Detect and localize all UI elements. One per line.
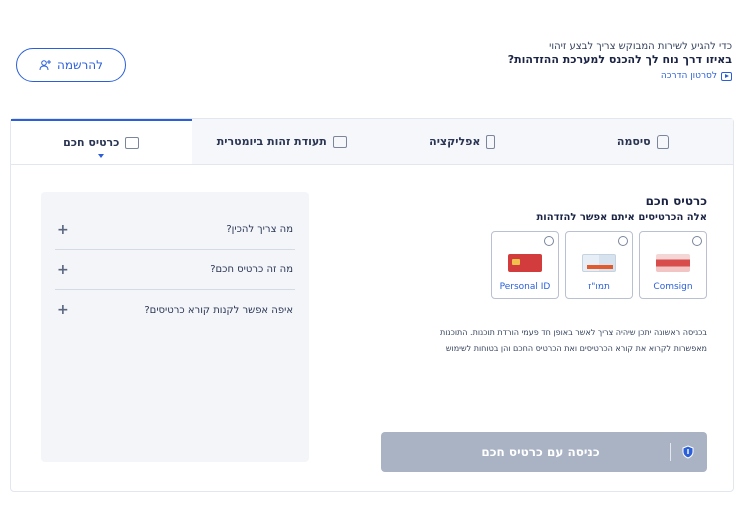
card-option-comsign[interactable]: Comsign bbox=[639, 231, 707, 299]
smart-card-login-label: כניסה עם כרטיס חכם bbox=[481, 445, 600, 459]
software-note-line2: מאפשרות לקרוא את קורא הכרטיסים ואת הכרטי… bbox=[445, 344, 707, 353]
tab-content: כרטיס חכם אלה הכרטיסים איתם אפשר להזדהות… bbox=[11, 166, 733, 491]
software-note: בכניסה ראשונה יתכן שיהיה צריך לאשר באופן… bbox=[377, 325, 707, 357]
intro-question: באיזו דרך נוח לך להכנס למערכת ההזדהות? bbox=[507, 53, 732, 66]
smart-card-login-button[interactable]: כניסה עם כרטיס חכם bbox=[381, 432, 707, 472]
tab-app[interactable]: אפליקציה bbox=[372, 119, 553, 164]
register-label: להרשמה bbox=[57, 58, 103, 72]
radio-button[interactable] bbox=[692, 236, 702, 246]
id-card-icon bbox=[332, 135, 347, 148]
faq-question: מה צריך להכין? bbox=[226, 224, 293, 235]
tab-password-label: סיסמה bbox=[616, 135, 651, 148]
play-icon bbox=[721, 71, 732, 81]
card-options: Comsign תמו"ז Personal ID bbox=[377, 231, 707, 299]
tab-biometric-id-label: תעודת זהות ביומטרית bbox=[216, 135, 327, 148]
user-plus-icon bbox=[39, 60, 52, 71]
tab-app-label: אפליקציה bbox=[429, 135, 481, 148]
button-divider bbox=[670, 443, 671, 461]
card-option-label: Personal ID bbox=[499, 282, 551, 292]
video-guide-label: לסרטון הדרכה bbox=[660, 71, 717, 81]
personal-id-card-image bbox=[508, 254, 542, 272]
tamuz-card-image bbox=[582, 254, 616, 272]
video-guide-link[interactable]: לסרטון הדרכה bbox=[372, 71, 732, 81]
tab-smart-card[interactable]: כרטיס חכם bbox=[11, 119, 192, 164]
smart-card-panel: כרטיס חכם אלה הכרטיסים איתם אפשר להזדהות… bbox=[377, 194, 707, 357]
faq-question: איפה אפשר לקנות קורא כרטיסים? bbox=[144, 304, 293, 316]
smart-card-subtitle: אלה הכרטיסים איתם אפשר להזדהות bbox=[536, 212, 707, 223]
tab-password[interactable]: סיסמה bbox=[553, 119, 734, 164]
register-button[interactable]: להרשמה bbox=[16, 48, 126, 82]
faq-item-buy-reader[interactable]: איפה אפשר לקנות קורא כרטיסים? + bbox=[55, 290, 295, 330]
shield-icon bbox=[682, 445, 694, 459]
login-card: סיסמה אפליקציה תעודת זהות ביומטרית כרטיס… bbox=[10, 118, 734, 492]
tab-smart-card-label: כרטיס חכם bbox=[63, 136, 120, 149]
tab-biometric-id[interactable]: תעודת זהות ביומטרית bbox=[192, 119, 373, 164]
login-method-tabs: סיסמה אפליקציה תעודת זהות ביומטרית כרטיס… bbox=[11, 119, 733, 165]
radio-button[interactable] bbox=[618, 236, 628, 246]
phone-icon bbox=[486, 134, 496, 149]
faq-item-what-is[interactable]: מה זה כרטיס חכם? + bbox=[55, 250, 295, 290]
smart-card-icon bbox=[125, 136, 140, 149]
plus-icon: + bbox=[57, 261, 69, 278]
identification-intro: כדי להגיע לשירות המבוקש צריך לבצע זיהוי … bbox=[372, 40, 732, 81]
card-option-label: תמו"ז bbox=[588, 282, 610, 292]
faq-item-prepare[interactable]: מה צריך להכין? + bbox=[55, 210, 295, 250]
comsign-card-image bbox=[656, 254, 690, 272]
plus-icon: + bbox=[57, 302, 69, 318]
faq-question: מה זה כרטיס חכם? bbox=[210, 264, 293, 275]
plus-icon: + bbox=[57, 221, 69, 238]
faq-panel: מה צריך להכין? + מה זה כרטיס חכם? + איפה… bbox=[41, 192, 309, 462]
card-option-label: Comsign bbox=[653, 282, 693, 292]
software-note-line1: בכניסה ראשונה יתכן שיהיה צריך לאשר באופן… bbox=[439, 328, 707, 337]
card-option-tamuz[interactable]: תמו"ז bbox=[565, 231, 633, 299]
lock-icon bbox=[656, 134, 669, 149]
radio-button[interactable] bbox=[544, 236, 554, 246]
card-option-personal-id[interactable]: Personal ID bbox=[491, 231, 559, 299]
intro-text: כדי להגיע לשירות המבוקש צריך לבצע זיהוי bbox=[549, 41, 732, 52]
smart-card-title: כרטיס חכם bbox=[645, 194, 707, 208]
